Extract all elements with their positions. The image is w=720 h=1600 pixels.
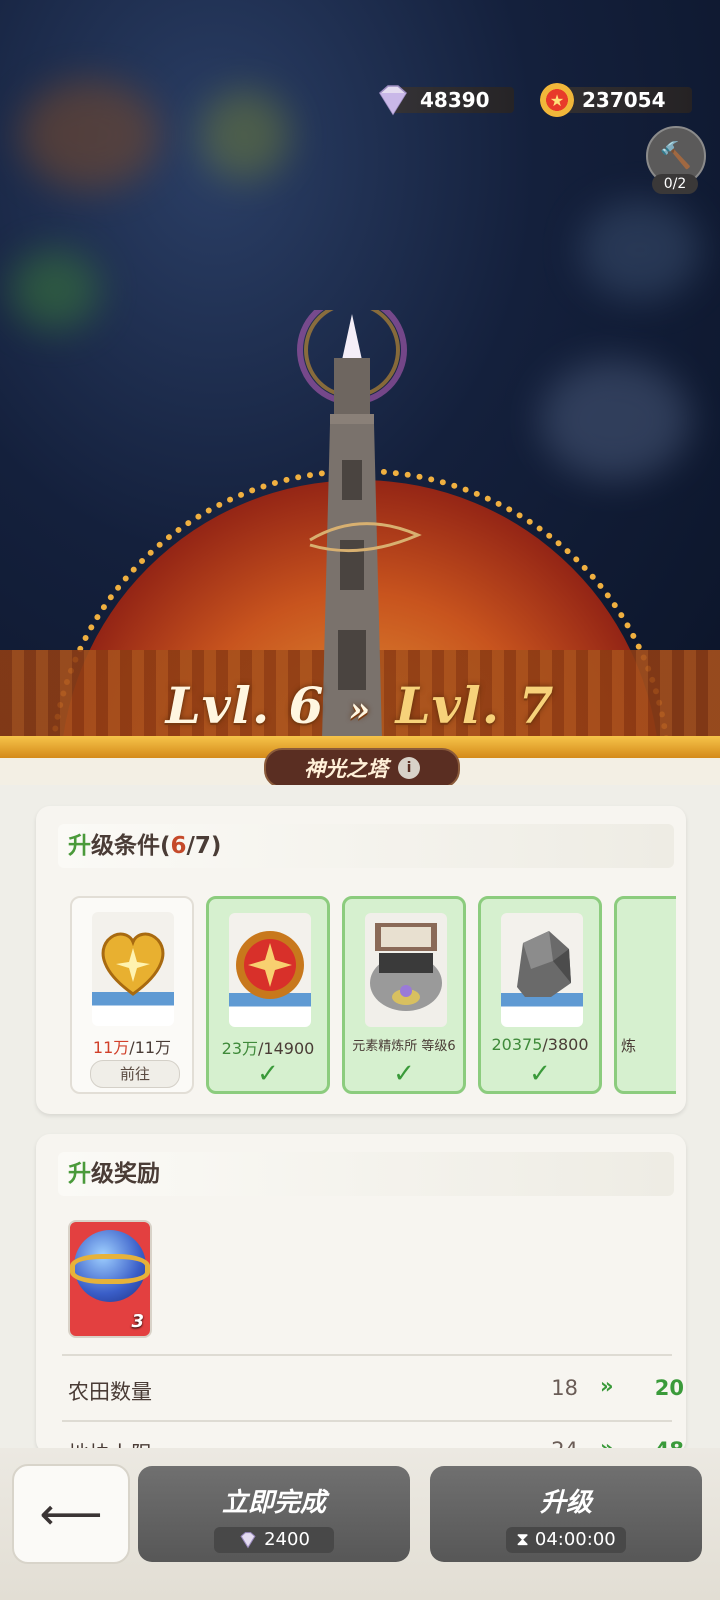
instant-cost-value: 2400 [264, 1529, 310, 1550]
condition-label: 元素精炼所 等级6 [352, 1039, 456, 1054]
check-icon: ✓ [257, 1059, 279, 1089]
upgrade-label: 升级 [539, 1488, 592, 1518]
bottom-action-bar: ⟵ 立即完成 2400 升级 ⧗ 04:00:00 [0, 1448, 720, 1600]
upgrade-conditions-panel: 升级条件(6/7) 11万/11万 前往 23万/14900 ✓ 元素精炼所 等… [36, 806, 686, 1114]
next-level: Lvl. 7 [395, 676, 555, 735]
conditions-count-total: /7) [186, 833, 222, 859]
diamond-icon [379, 85, 407, 116]
rewards-title: 级奖励 [91, 1161, 160, 1187]
back-arrow-icon: ⟵ [39, 1488, 103, 1540]
gem-counter[interactable]: 48390 [374, 84, 514, 116]
conditions-header: 升级条件(6/7) [58, 824, 674, 868]
build-queue-count: 0/2 [652, 174, 698, 194]
coin-icon [229, 913, 311, 1027]
bg-blur [540, 360, 690, 480]
bg-blur [20, 80, 160, 190]
divider [62, 1354, 672, 1356]
condition-card[interactable]: 炼 [614, 896, 676, 1094]
gold-ring [70, 1254, 150, 1284]
condition-card[interactable]: 20375/3800 ✓ [478, 896, 602, 1094]
bg-blur [10, 250, 100, 330]
bg-blur [580, 200, 700, 300]
bg-blur [200, 90, 290, 180]
check-icon: ✓ [529, 1059, 551, 1089]
conditions-list[interactable]: 11万/11万 前往 23万/14900 ✓ 元素精炼所 等级6 ✓ 20375… [70, 896, 676, 1096]
rewards-header: 升级奖励 [58, 1152, 674, 1196]
upgrade-button[interactable]: 升级 ⧗ 04:00:00 [430, 1466, 702, 1562]
condition-amount: 20375/3800 [491, 1035, 589, 1054]
conditions-count-done: 6 [170, 833, 187, 859]
level-arrow: » [348, 690, 372, 730]
diamond-icon [240, 1532, 256, 1549]
condition-amount: 23万/14900 [221, 1039, 315, 1058]
instant-complete-label: 立即完成 [221, 1488, 326, 1518]
reward-item[interactable]: 3 [68, 1220, 152, 1338]
check-icon: ✓ [393, 1059, 415, 1089]
current-level: Lvl. 6 [165, 676, 325, 735]
level-transition: Lvl. 6 » Lvl. 7 [0, 676, 720, 735]
goto-button[interactable]: 前往 [90, 1060, 180, 1088]
condition-card[interactable]: 11万/11万 前往 [70, 896, 194, 1094]
heart-emblem-icon [92, 912, 174, 1026]
upgrade-time: ⧗ 04:00:00 [506, 1527, 626, 1553]
condition-card[interactable]: 23万/14900 ✓ [206, 896, 330, 1094]
conditions-title-accent: 升 [68, 833, 91, 859]
rewards-title-accent: 升 [68, 1161, 91, 1187]
back-button[interactable]: ⟵ [12, 1464, 130, 1564]
building-scene: Lvl. 6 » Lvl. 7 神光之塔 i [0, 0, 720, 785]
stat-label: 农田数量 [68, 1380, 152, 1404]
condition-amount: 11万/11万 [92, 1038, 172, 1057]
building-name: 神光之塔 [304, 757, 388, 781]
upgrade-time-value: 04:00:00 [534, 1529, 616, 1550]
conditions-title: 级条件 [91, 833, 160, 859]
stat-to: 20 [654, 1376, 684, 1400]
condition-label: 炼 [621, 1037, 637, 1055]
stat-from: 18 [551, 1376, 578, 1400]
coin-icon: ★ [540, 83, 574, 117]
coin-counter[interactable]: ★ 237054 [540, 83, 692, 117]
stat-arrow-icon: » [600, 1374, 614, 1398]
divider [62, 1420, 672, 1422]
stone-icon [501, 913, 583, 1027]
stat-row-farmland: 农田数量 18 » 20 [68, 1370, 684, 1410]
building-name-pill[interactable]: 神光之塔 i [264, 748, 460, 785]
hourglass-icon: ⧗ [516, 1529, 529, 1550]
info-icon[interactable]: i [398, 757, 420, 779]
conditions-count-open: ( [160, 833, 171, 859]
upgrade-rewards-panel: 升级奖励 3 农田数量 18 » 20 地块上限 24 » 48 [36, 1134, 686, 1454]
refinery-building-icon [365, 913, 447, 1027]
instant-cost: 2400 [214, 1527, 334, 1553]
instant-complete-button[interactable]: 立即完成 2400 [138, 1466, 410, 1562]
reward-quantity: 3 [131, 1311, 144, 1332]
condition-card[interactable]: 元素精炼所 等级6 ✓ [342, 896, 466, 1094]
